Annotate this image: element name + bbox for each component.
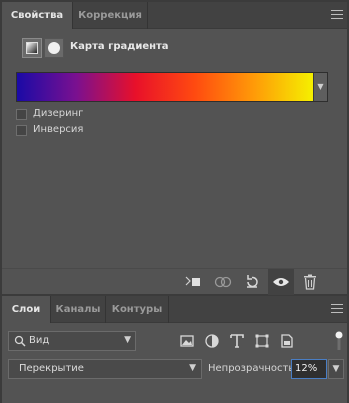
checkbox[interactable]	[16, 125, 27, 136]
reset-icon[interactable]	[239, 269, 265, 295]
properties-tabbar: Свойства Коррекция	[2, 2, 347, 30]
adjustment-title: Карта градиента	[70, 41, 169, 52]
properties-panel: Свойства Коррекция Карта градиента ▼ Диз…	[2, 2, 347, 295]
tab-paths[interactable]: Контуры	[106, 296, 168, 323]
chevron-down-icon: ▼	[189, 363, 196, 373]
tab-divider	[168, 296, 169, 323]
tab-layers[interactable]: Слои	[2, 296, 50, 324]
layer-mask-icon[interactable]	[44, 38, 64, 58]
blend-row: Перекрытие ▼ Непрозрачность: 12% ▼	[2, 358, 347, 382]
filter-toggle-icon[interactable]	[335, 330, 343, 352]
properties-toolbar	[2, 268, 347, 295]
chevron-down-icon: ▼	[124, 335, 131, 345]
panel-menu-icon[interactable]	[331, 10, 343, 20]
tab-channels[interactable]: Каналы	[51, 296, 105, 323]
visibility-eye-icon[interactable]	[268, 269, 294, 295]
blend-mode-label: Перекрытие	[19, 363, 84, 374]
tab-divider	[147, 2, 148, 29]
layers-panel: Слои Каналы Контуры Вид ▼ Перекрытие ▼ Н…	[2, 296, 347, 403]
chevron-down-icon[interactable]: ▼	[328, 359, 344, 379]
search-icon	[14, 335, 26, 347]
clip-to-layer-icon[interactable]	[180, 269, 206, 295]
adjustment-layer-filter-icon[interactable]	[203, 332, 221, 350]
reverse-label: Инверсия	[33, 124, 84, 135]
filter-kind-select[interactable]: Вид ▼	[8, 331, 136, 351]
layers-tabbar: Слои Каналы Контуры	[2, 296, 347, 324]
pixel-layer-filter-icon[interactable]	[178, 332, 196, 350]
gradient-picker[interactable]: ▼	[16, 72, 328, 102]
opacity-label: Непрозрачность:	[208, 363, 298, 374]
shape-layer-filter-icon[interactable]	[253, 332, 271, 350]
blend-mode-select[interactable]: Перекрытие ▼	[8, 359, 202, 379]
tab-adjustments[interactable]: Коррекция	[73, 2, 147, 29]
gradient-map-icon[interactable]	[22, 38, 42, 58]
tab-properties[interactable]: Свойства	[2, 2, 72, 30]
adjustment-header: Карта градиента	[16, 36, 316, 60]
opacity-input[interactable]: 12%	[291, 359, 327, 379]
gradient-preview[interactable]	[17, 73, 313, 101]
type-layer-filter-icon[interactable]	[228, 332, 246, 350]
trash-icon[interactable]	[297, 269, 323, 295]
smart-object-filter-icon[interactable]	[278, 332, 296, 350]
layer-filter-row: Вид ▼	[2, 330, 347, 354]
chevron-down-icon[interactable]: ▼	[313, 73, 327, 101]
checkbox[interactable]	[16, 109, 27, 120]
view-previous-state-icon[interactable]	[210, 269, 236, 295]
filter-kind-label: Вид	[29, 335, 50, 346]
dither-label: Дизеринг	[33, 108, 84, 119]
panel-menu-icon[interactable]	[331, 304, 343, 314]
